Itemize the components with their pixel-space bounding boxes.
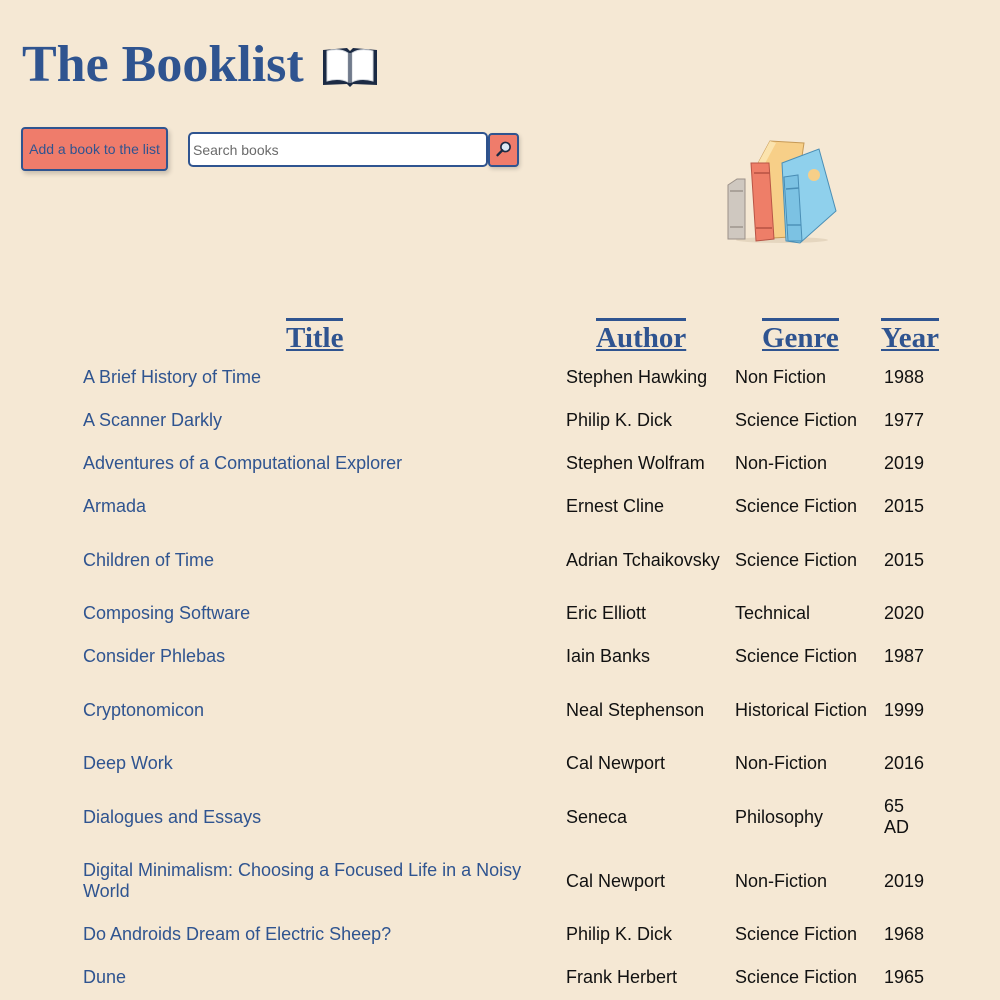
book-year: 1999	[884, 699, 925, 720]
table-row: Dune Frank Herbert Science Fiction 1965	[0, 956, 1000, 999]
book-genre: Non-Fiction	[735, 870, 828, 891]
book-title-link[interactable]: Digital Minimalism: Choosing a Focused L…	[83, 860, 566, 902]
book-year: 2015	[884, 496, 925, 516]
book-genre: Science Fiction	[735, 496, 858, 516]
book-author: Philip K. Dick	[566, 924, 673, 944]
book-year: 65 AD	[884, 796, 910, 837]
book-title-link[interactable]: Children of Time	[83, 550, 566, 571]
book-year: 2015	[884, 549, 925, 570]
table-row: Cryptonomicon Neal Stephenson Historical…	[0, 678, 1000, 742]
book-year: 2019	[884, 870, 925, 891]
book-year: 1988	[884, 367, 925, 387]
table-row: Adventures of a Computational Explorer S…	[0, 442, 1000, 485]
column-header-author[interactable]: Author	[596, 318, 687, 355]
column-header-title[interactable]: Title	[286, 318, 344, 355]
table-row: Dialogues and Essays Seneca Philosophy 6…	[0, 785, 1000, 849]
table-row: Do Androids Dream of Electric Sheep? Phi…	[0, 913, 1000, 956]
book-author: Stephen Wolfram	[566, 453, 705, 473]
table-row: Consider Phlebas Iain Banks Science Fict…	[0, 635, 1000, 678]
book-genre: Science Fiction	[735, 549, 858, 570]
book-genre: Technical	[735, 603, 811, 623]
book-title-link[interactable]: Consider Phlebas	[83, 646, 566, 667]
book-genre: Science Fiction	[735, 410, 858, 430]
book-author: Seneca	[566, 806, 628, 827]
book-author: Adrian Tchaikovsky	[566, 549, 720, 570]
book-title-link[interactable]: Armada	[83, 496, 566, 517]
table-row: Digital Minimalism: Choosing a Focused L…	[0, 849, 1000, 913]
table-row: Composing Software Eric Elliott Technica…	[0, 592, 1000, 635]
search-button[interactable]	[488, 133, 519, 167]
book-year: 2020	[884, 603, 925, 623]
book-genre: Science Fiction	[735, 967, 858, 987]
table-row: Deep Work Cal Newport Non-Fiction 2016	[0, 742, 1000, 785]
table-row: A Brief History of Time Stephen Hawking …	[0, 356, 1000, 399]
book-title-link[interactable]: Cryptonomicon	[83, 700, 566, 721]
book-genre: Historical Fiction	[735, 699, 868, 720]
book-year: 1977	[884, 410, 925, 430]
table-row: Armada Ernest Cline Science Fiction 2015	[0, 485, 1000, 528]
book-author: Frank Herbert	[566, 967, 678, 987]
book-genre: Science Fiction	[735, 924, 858, 944]
table-row: Children of Time Adrian Tchaikovsky Scie…	[0, 528, 1000, 592]
book-title-link[interactable]: Composing Software	[83, 603, 566, 624]
book-author: Cal Newport	[566, 870, 666, 891]
book-title-link[interactable]: A Brief History of Time	[83, 367, 566, 388]
book-year: 1987	[884, 646, 925, 666]
book-table: A Brief History of Time Stephen Hawking …	[0, 356, 1000, 999]
book-genre: Non-Fiction	[735, 453, 828, 473]
book-title-link[interactable]: Adventures of a Computational Explorer	[83, 453, 566, 474]
page-title: The Booklist	[22, 30, 380, 100]
book-genre: Science Fiction	[735, 646, 858, 666]
book-author: Ernest Cline	[566, 496, 665, 516]
book-author: Philip K. Dick	[566, 410, 673, 430]
book-author: Eric Elliott	[566, 603, 647, 623]
book-author: Iain Banks	[566, 646, 651, 666]
book-title-link[interactable]: Deep Work	[83, 753, 566, 774]
magnifier-icon	[495, 140, 513, 161]
book-genre: Non-Fiction	[735, 753, 828, 773]
books-stack-illustration	[724, 133, 839, 245]
book-genre: Philosophy	[735, 806, 824, 827]
book-author: Neal Stephenson	[566, 699, 705, 720]
book-title-link[interactable]: A Scanner Darkly	[83, 410, 566, 431]
book-title-link[interactable]: Dune	[83, 967, 566, 988]
table-row: A Scanner Darkly Philip K. Dick Science …	[0, 399, 1000, 442]
column-header-year[interactable]: Year	[881, 318, 939, 355]
column-header-genre[interactable]: Genre	[762, 318, 839, 355]
open-book-icon	[320, 40, 380, 90]
book-genre: Non Fiction	[735, 367, 827, 387]
book-year: 1965	[884, 967, 925, 987]
add-book-button[interactable]: Add a book to the list	[21, 127, 168, 171]
book-title-link[interactable]: Do Androids Dream of Electric Sheep?	[83, 924, 566, 945]
page-title-text: The Booklist	[22, 36, 304, 93]
search-input[interactable]	[188, 132, 488, 167]
book-title-link[interactable]: Dialogues and Essays	[83, 807, 566, 828]
book-year: 2016	[884, 753, 925, 773]
book-author: Cal Newport	[566, 753, 666, 773]
book-year: 2019	[884, 453, 925, 473]
book-author: Stephen Hawking	[566, 367, 708, 387]
book-year: 1968	[884, 924, 925, 944]
